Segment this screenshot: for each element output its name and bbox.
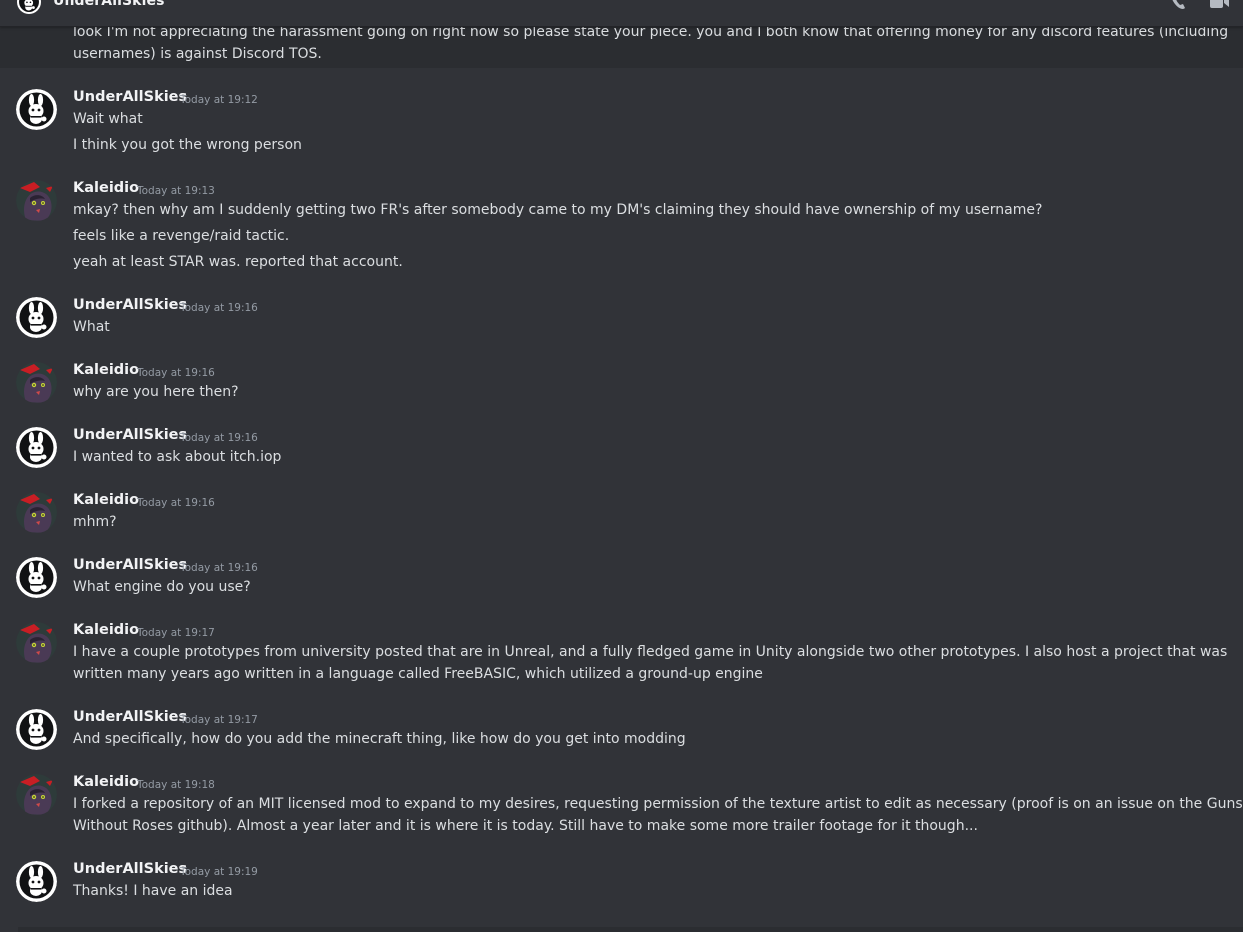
user-avatar[interactable] bbox=[16, 622, 57, 663]
dm-username[interactable]: UnderAllSkies bbox=[53, 0, 165, 9]
message-timestamp: Today at 19:16 bbox=[180, 302, 258, 314]
message-timestamp: Today at 19:18 bbox=[137, 779, 215, 791]
message-author[interactable]: UnderAllSkies bbox=[73, 89, 187, 105]
message-text: feels like a revenge/raid tactic. bbox=[73, 228, 290, 244]
message-timestamp: Today at 19:16 bbox=[180, 562, 258, 574]
user-avatar[interactable] bbox=[16, 557, 57, 598]
user-avatar[interactable] bbox=[16, 774, 57, 815]
message-list: look I'm not appreciating the harassment… bbox=[0, 0, 1243, 932]
message-item[interactable]: UnderAllSkies Today at 19:16 What bbox=[0, 293, 1243, 348]
message-author[interactable]: Kaleidio bbox=[73, 180, 139, 196]
user-avatar[interactable] bbox=[16, 89, 57, 130]
message-item[interactable]: UnderAllSkies Today at 19:16 What engine… bbox=[0, 553, 1243, 608]
video-camera-icon[interactable] bbox=[1208, 0, 1230, 12]
message-author[interactable]: Kaleidio bbox=[73, 492, 139, 508]
message-item[interactable]: UnderAllSkies Today at 19:16 I wanted to… bbox=[0, 423, 1243, 478]
message-text: I have a couple prototypes from universi… bbox=[73, 644, 1228, 660]
message-timestamp: Today at 19:17 bbox=[180, 714, 258, 726]
dm-user-avatar[interactable] bbox=[17, 0, 41, 14]
message-text: What engine do you use? bbox=[73, 579, 251, 595]
message-timestamp: Today at 19:17 bbox=[137, 627, 215, 639]
message-item[interactable]: Kaleidio Today at 19:16 why are you here… bbox=[0, 358, 1243, 413]
message-item[interactable]: UnderAllSkies Today at 19:12 Wait what I… bbox=[0, 85, 1243, 165]
message-timestamp: Today at 19:16 bbox=[137, 367, 215, 379]
message-text: mhm? bbox=[73, 514, 117, 530]
message-timestamp: Today at 19:12 bbox=[180, 94, 258, 106]
message-item[interactable]: UnderAllSkies Today at 19:19 Thanks! I h… bbox=[0, 857, 1243, 912]
horizontal-scrollbar[interactable] bbox=[18, 927, 1243, 932]
message-item[interactable]: Kaleidio Today at 19:18 I forked a repos… bbox=[0, 770, 1243, 844]
message-author[interactable]: UnderAllSkies bbox=[73, 427, 187, 443]
message-text: Thanks! I have an idea bbox=[73, 883, 233, 899]
user-avatar[interactable] bbox=[16, 362, 57, 403]
message-timestamp: Today at 19:13 bbox=[137, 185, 215, 197]
message-item[interactable]: Kaleidio Today at 19:16 mhm? bbox=[0, 488, 1243, 543]
user-avatar[interactable] bbox=[16, 492, 57, 533]
message-timestamp: Today at 19:19 bbox=[180, 866, 258, 878]
message-author[interactable]: Kaleidio bbox=[73, 622, 139, 638]
message-text: Without Roses github). Almost a year lat… bbox=[73, 818, 978, 834]
message-author[interactable]: Kaleidio bbox=[73, 362, 139, 378]
message-text: I think you got the wrong person bbox=[73, 137, 302, 153]
user-avatar[interactable] bbox=[16, 180, 57, 221]
message-timestamp: Today at 19:16 bbox=[137, 497, 215, 509]
message-item[interactable]: Kaleidio Today at 19:13 mkay? then why a… bbox=[0, 176, 1243, 280]
message-item[interactable]: UnderAllSkies Today at 19:17 And specifi… bbox=[0, 705, 1243, 760]
message-author[interactable]: UnderAllSkies bbox=[73, 861, 187, 877]
message-text: I wanted to ask about itch.iop bbox=[73, 449, 282, 465]
message-author[interactable]: UnderAllSkies bbox=[73, 709, 187, 725]
message-text: yeah at least STAR was. reported that ac… bbox=[73, 254, 403, 270]
message-text: And specifically, how do you add the min… bbox=[73, 731, 686, 747]
message-item[interactable]: Kaleidio Today at 19:17 I have a couple … bbox=[0, 618, 1243, 692]
message-text: What bbox=[73, 319, 110, 335]
message-text: mkay? then why am I suddenly getting two… bbox=[73, 202, 1043, 218]
channel-header: UnderAllSkies bbox=[0, 0, 1243, 27]
message-text: usernames) is against Discord TOS. bbox=[73, 46, 322, 62]
user-avatar[interactable] bbox=[16, 709, 57, 750]
phone-call-icon[interactable] bbox=[1168, 0, 1190, 12]
message-author[interactable]: UnderAllSkies bbox=[73, 297, 187, 313]
user-avatar[interactable] bbox=[16, 427, 57, 468]
user-avatar[interactable] bbox=[16, 861, 57, 902]
message-timestamp: Today at 19:16 bbox=[180, 432, 258, 444]
message-text: Wait what bbox=[73, 111, 143, 127]
message-author[interactable]: Kaleidio bbox=[73, 774, 139, 790]
message-author[interactable]: UnderAllSkies bbox=[73, 557, 187, 573]
message-text: written many years ago written in a lang… bbox=[73, 666, 763, 682]
message-text: I forked a repository of an MIT licensed… bbox=[73, 796, 1243, 812]
user-avatar[interactable] bbox=[16, 297, 57, 338]
message-text: why are you here then? bbox=[73, 384, 239, 400]
